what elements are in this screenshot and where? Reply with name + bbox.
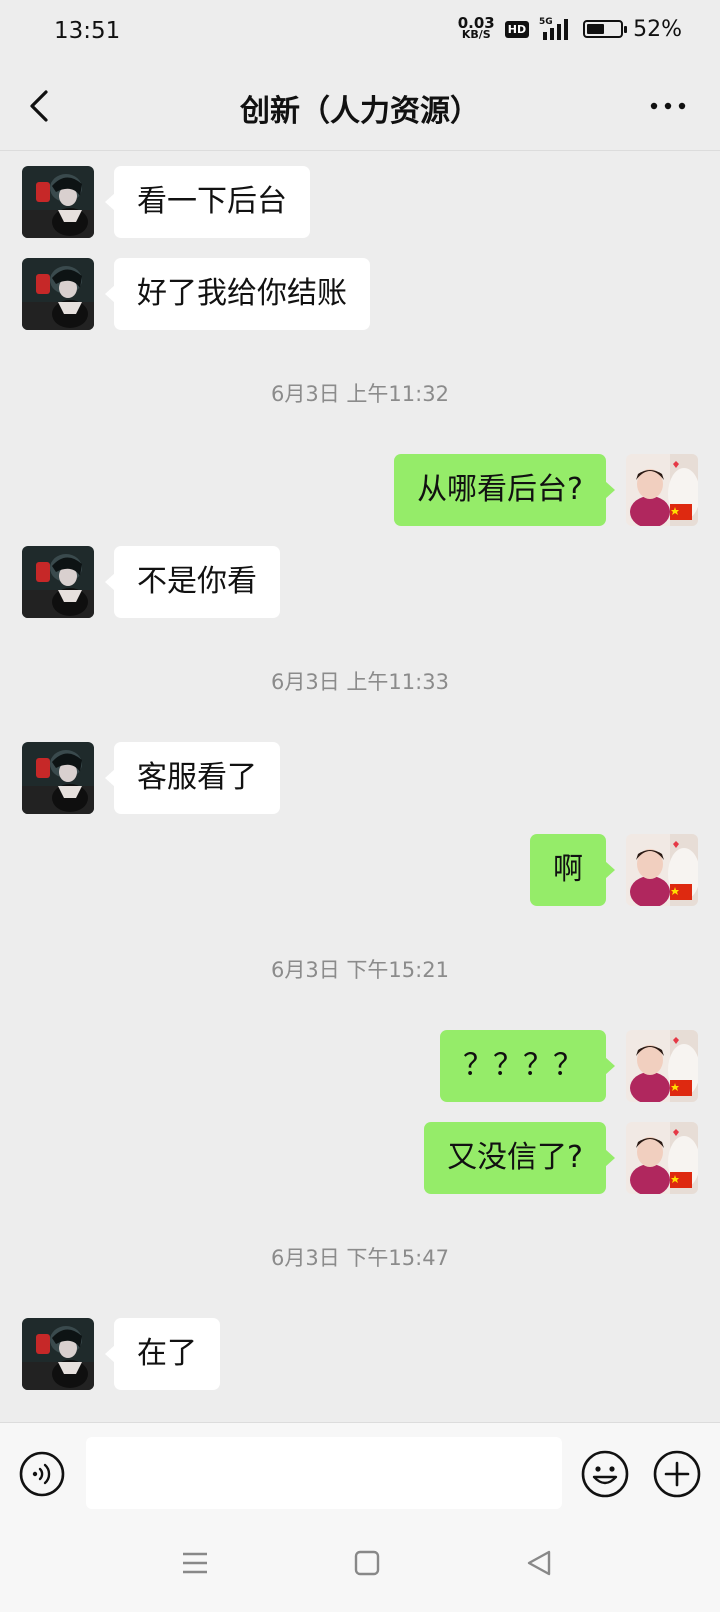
signal-5g-icon: 5G: [539, 17, 569, 40]
hd-icon: HD: [504, 20, 530, 38]
outgoing-message-bubble[interactable]: ？？？？: [440, 1030, 615, 1102]
battery-level: [587, 24, 605, 34]
input-bar: [0, 1422, 720, 1525]
incoming-message-bubble[interactable]: 看一下后台: [105, 166, 310, 238]
incoming-message-row: 看一下后台: [0, 166, 720, 238]
network-speed-unit: KB/S: [461, 28, 491, 41]
voice-icon[interactable]: [18, 1450, 66, 1498]
my-avatar[interactable]: [626, 1122, 698, 1194]
message-timestamp: 6月3日 下午15:21: [271, 958, 449, 982]
network-speed: 0.03 KB/S: [458, 16, 495, 41]
incoming-message-row: 好了我给你结账: [0, 258, 720, 330]
emoji-icon[interactable]: [580, 1449, 630, 1499]
home-icon[interactable]: [353, 1548, 381, 1578]
outgoing-message-row: ？？？？: [0, 1030, 720, 1102]
status-indicators: 0.03 KB/S HD 5G 52%: [458, 16, 682, 42]
my-avatar[interactable]: [626, 454, 698, 526]
incoming-message-bubble[interactable]: 不是你看: [105, 546, 280, 618]
incoming-message-row: 不是你看: [0, 546, 720, 618]
incoming-message-bubble[interactable]: 在了: [105, 1318, 220, 1390]
incoming-message-row: 客服看了: [0, 742, 720, 814]
back-triangle-icon[interactable]: [525, 1548, 553, 1578]
battery-percent: 52%: [633, 16, 682, 42]
outgoing-message-row: 从哪看后台?: [0, 454, 720, 526]
incoming-message-bubble[interactable]: 好了我给你结账: [105, 258, 370, 330]
chat-header: 创新（人力资源）: [0, 64, 720, 151]
my-avatar[interactable]: [626, 834, 698, 906]
contact-avatar[interactable]: [22, 166, 94, 238]
contact-avatar[interactable]: [22, 258, 94, 330]
outgoing-message-bubble[interactable]: 从哪看后台?: [394, 454, 615, 526]
message-timestamp: 6月3日 上午11:32: [271, 382, 449, 406]
plus-icon[interactable]: [652, 1449, 702, 1499]
outgoing-message-bubble[interactable]: 啊: [530, 834, 615, 906]
message-list[interactable]: 看一下后台好了我给你结账 6月3日 上午11:32 从哪看后台? 不是你看 6月3日 上…: [0, 150, 720, 1420]
outgoing-message-bubble[interactable]: 又没信了?: [424, 1122, 615, 1194]
status-time: 13:51: [54, 18, 121, 44]
status-bar: 13:51 0.03 KB/S HD 5G 52%: [0, 0, 720, 64]
message-timestamp: 6月3日 下午15:47: [271, 1246, 449, 1270]
outgoing-message-row: 啊: [0, 834, 720, 906]
incoming-message-row: 在了: [0, 1318, 720, 1390]
contact-avatar[interactable]: [22, 546, 94, 618]
my-avatar[interactable]: [626, 1030, 698, 1102]
chat-title: 创新（人力资源）: [240, 94, 480, 129]
more-options-icon[interactable]: [648, 94, 688, 118]
contact-avatar[interactable]: [22, 742, 94, 814]
menu-icon[interactable]: [181, 1548, 209, 1578]
network-type-label: 5G: [539, 17, 553, 27]
message-input[interactable]: [86, 1437, 562, 1509]
contact-avatar[interactable]: [22, 1318, 94, 1390]
incoming-message-bubble[interactable]: 客服看了: [105, 742, 280, 814]
message-timestamp: 6月3日 上午11:33: [271, 670, 449, 694]
outgoing-message-row: 又没信了?: [0, 1122, 720, 1194]
battery-icon: [583, 20, 628, 38]
system-navigation-bar: [0, 1524, 720, 1612]
